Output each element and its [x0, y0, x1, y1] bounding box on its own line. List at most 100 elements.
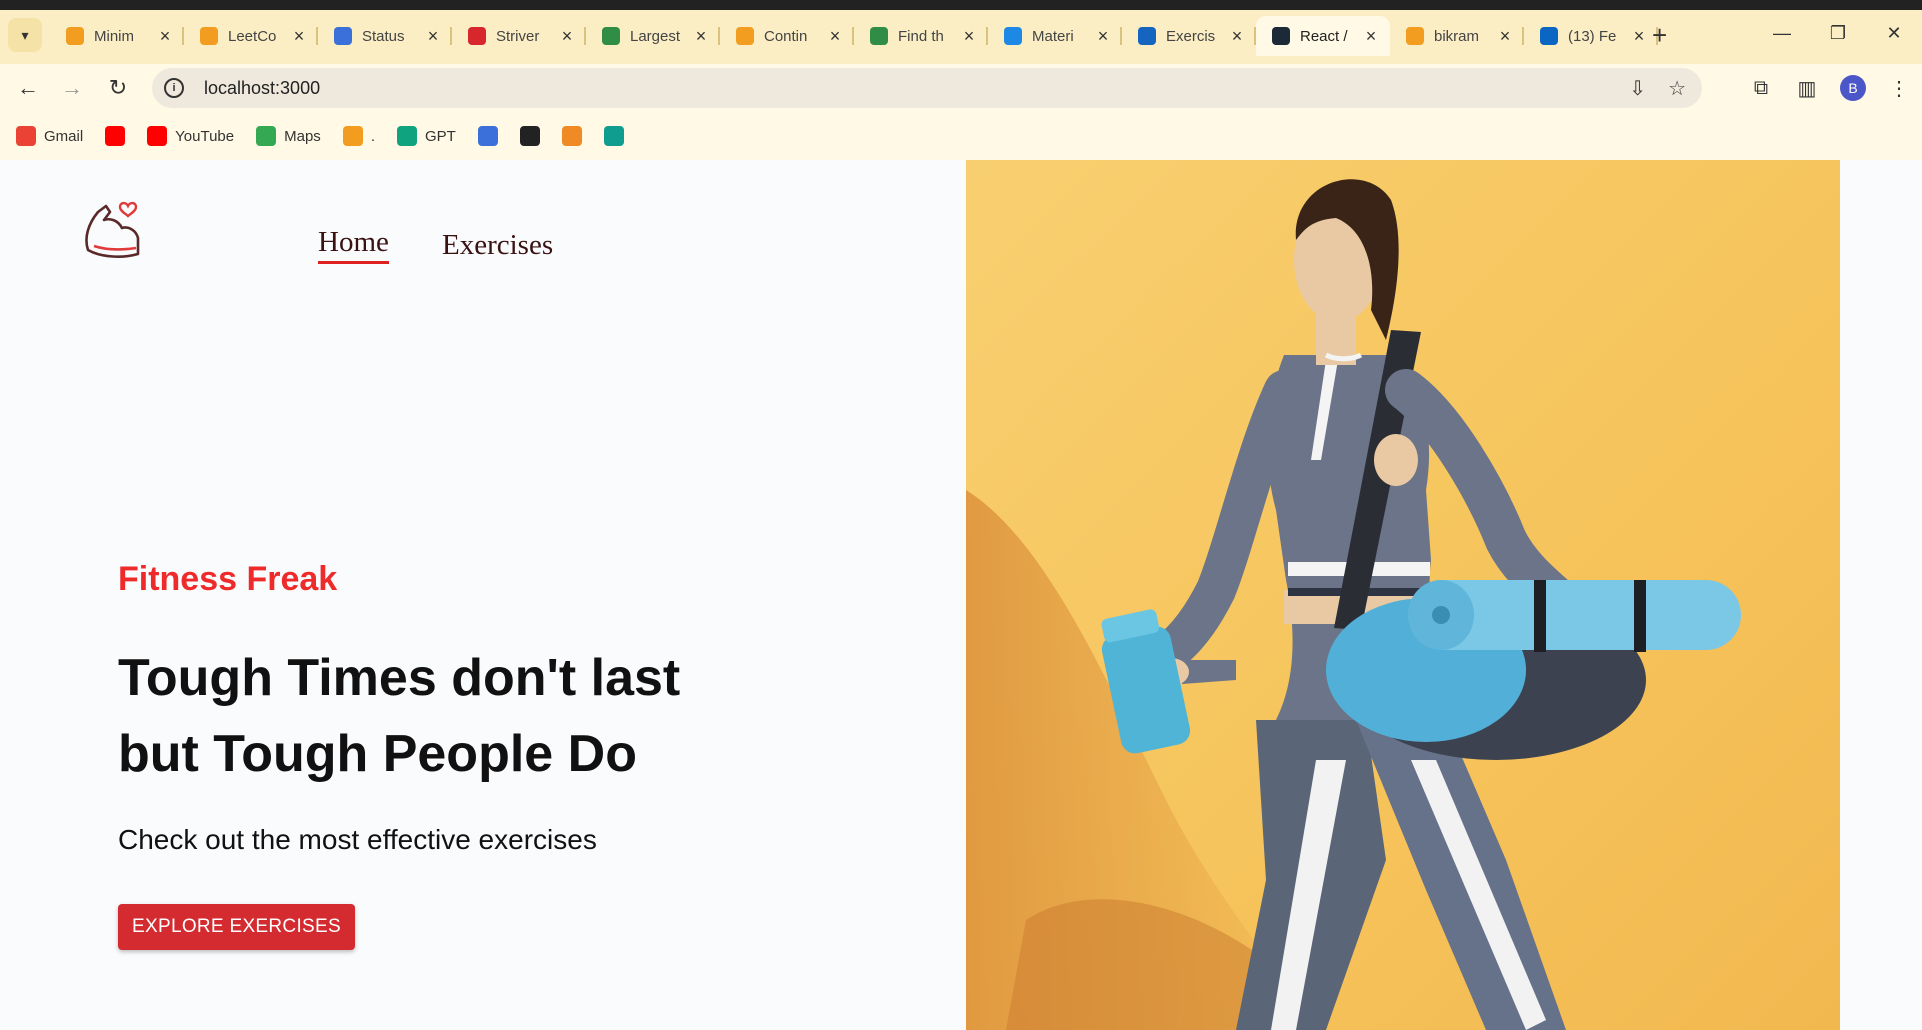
codeforces-icon [561, 126, 582, 146]
browser-tab[interactable]: Status × [318, 16, 452, 56]
bookmark-item[interactable]: . [342, 126, 375, 146]
minimize-icon[interactable]: — [1754, 16, 1810, 50]
side-panel-icon[interactable]: ▥ [1784, 72, 1830, 104]
web-page: Home Exercises Fitness Freak Tough Times… [0, 160, 1922, 1030]
bookmark-label: GPT [424, 127, 456, 145]
browser-tab[interactable]: Exercis × [1122, 16, 1256, 56]
tab-close-icon[interactable]: × [290, 26, 308, 47]
bookmark-label: Maps [284, 127, 321, 145]
tab-close-icon[interactable]: × [424, 26, 442, 47]
tab-title: Exercis [1166, 27, 1216, 45]
browser-tab[interactable]: Minim × [50, 16, 184, 56]
tab-close-icon[interactable]: × [1228, 26, 1246, 47]
bookmark-label: Gmail [44, 127, 84, 145]
site-info-icon[interactable]: i [164, 78, 184, 98]
bookmark-item[interactable] [477, 126, 498, 146]
bookmark-item[interactable] [561, 126, 582, 146]
browser-tab[interactable]: Striver × [452, 16, 586, 56]
headline-line-2: but Tough People Do [118, 725, 637, 783]
explore-exercises-button[interactable]: EXPLORE EXERCISES [118, 904, 355, 950]
bookmark-item[interactable] [519, 126, 540, 146]
profile-avatar[interactable]: B [1830, 72, 1876, 104]
tab-close-icon[interactable]: × [558, 26, 576, 47]
tab-close-icon[interactable]: × [960, 26, 978, 47]
headline-line-1: Tough Times don't last [118, 649, 681, 707]
tab-title: Largest [630, 27, 681, 45]
bar-chart-icon [477, 126, 498, 146]
address-bar[interactable]: i localhost:3000 ⇩ ☆ [152, 68, 1702, 108]
tab-strip: ▾ Minim × LeetCo × Status × Striver × Largest × Co… [0, 0, 1922, 70]
page-right-margin [1840, 160, 1922, 1030]
extensions-puzzle-icon[interactable]: ⧉ [1738, 72, 1784, 104]
flexed-arm-heart-logo-icon[interactable] [80, 198, 142, 260]
browser-tab[interactable]: Find th × [854, 16, 988, 56]
tab-close-icon[interactable]: × [1094, 26, 1112, 47]
tab-close-icon[interactable]: × [1496, 26, 1514, 47]
tab-title: LeetCo [228, 27, 277, 45]
maps-icon [256, 126, 277, 146]
back-arrow-icon[interactable]: ← [12, 72, 44, 104]
bookmark-star-icon[interactable]: ☆ [1668, 76, 1686, 101]
bookmark-item[interactable]: YouTube [147, 126, 234, 146]
browser-tab[interactable]: Largest × [586, 16, 720, 56]
tab-title: Find th [898, 27, 944, 45]
browser-tab[interactable]: Materi × [988, 16, 1122, 56]
tab-close-icon[interactable]: × [692, 26, 710, 47]
tab-search-chevron-icon[interactable]: ▾ [8, 18, 42, 52]
bookmark-label: YouTube [175, 127, 235, 145]
forward-arrow-icon[interactable]: → [56, 72, 88, 104]
linkedin-icon [1540, 27, 1558, 45]
diamond-icon [603, 126, 624, 146]
browser-tab[interactable]: Contin × [720, 16, 854, 56]
brand-title: Fitness Freak [118, 560, 338, 598]
bookmark-item[interactable]: Gmail [16, 126, 83, 146]
tab-close-icon[interactable]: × [1630, 26, 1648, 47]
browser-toolbar: ← → ↻ i localhost:3000 ⇩ ☆ ⧉ ▥ B ⋮ [0, 64, 1922, 112]
tab-title: Materi [1032, 27, 1074, 45]
tab-title: React / [1300, 27, 1348, 45]
tab-close-icon[interactable]: × [156, 26, 174, 47]
github-icon [519, 126, 540, 146]
geeksforgeeks-icon [602, 27, 620, 45]
browser-tab[interactable]: bikram × [1390, 16, 1524, 56]
bookmark-item[interactable] [603, 126, 624, 146]
leetcode-icon [342, 126, 363, 146]
tab-title: Striver [496, 27, 540, 45]
leetcode-icon [1406, 27, 1424, 45]
tab-title: Minim [94, 27, 134, 45]
tuf-icon [468, 27, 486, 45]
bookmark-item[interactable]: GPT [396, 126, 456, 146]
hero-headline: Tough Times don't last but Tough People … [118, 640, 758, 792]
browser-tab[interactable]: React / × [1256, 16, 1390, 56]
bookmark-item[interactable]: Maps [256, 126, 321, 146]
tab-title: Contin [764, 27, 808, 45]
window-controls: — ❐ ✕ [1754, 16, 1922, 50]
chatgpt-icon [396, 126, 417, 146]
bookmarks-bar: Gmail YouTube Maps. GPT [0, 112, 1922, 160]
restore-icon[interactable]: ❐ [1810, 16, 1866, 50]
new-tab-plus-icon[interactable]: + [1652, 20, 1667, 50]
hero-fitness-woman-image [966, 160, 1840, 1030]
menu-kebab-icon[interactable]: ⋮ [1876, 72, 1922, 104]
reload-icon[interactable]: ↻ [102, 72, 134, 104]
browser-tab[interactable]: LeetCo × [184, 16, 318, 56]
avatar-letter: B [1840, 75, 1866, 101]
bookmark-item[interactable] [105, 126, 126, 146]
url-text: localhost:3000 [204, 77, 321, 98]
close-window-icon[interactable]: ✕ [1866, 16, 1922, 50]
geeksforgeeks-icon [870, 27, 888, 45]
nav-exercises-link[interactable]: Exercises [442, 229, 553, 262]
gmail-icon [16, 126, 36, 146]
install-app-icon[interactable]: ⇩ [1629, 76, 1646, 101]
browser-tab[interactable]: (13) Fe × [1524, 16, 1658, 56]
tab-close-icon[interactable]: × [826, 26, 844, 47]
leetcode-icon [736, 27, 754, 45]
hero-subtitle: Check out the most effective exercises [118, 824, 597, 855]
react-icon [1272, 27, 1290, 45]
tab-close-icon[interactable]: × [1362, 26, 1380, 47]
nav-home-link[interactable]: Home [318, 226, 389, 264]
bar-chart-icon [334, 27, 352, 45]
tab-list: Minim × LeetCo × Status × Striver × Largest × Cont… [50, 16, 1658, 56]
bookmark-label: . [370, 127, 375, 145]
tab-title: bikram [1434, 27, 1480, 45]
